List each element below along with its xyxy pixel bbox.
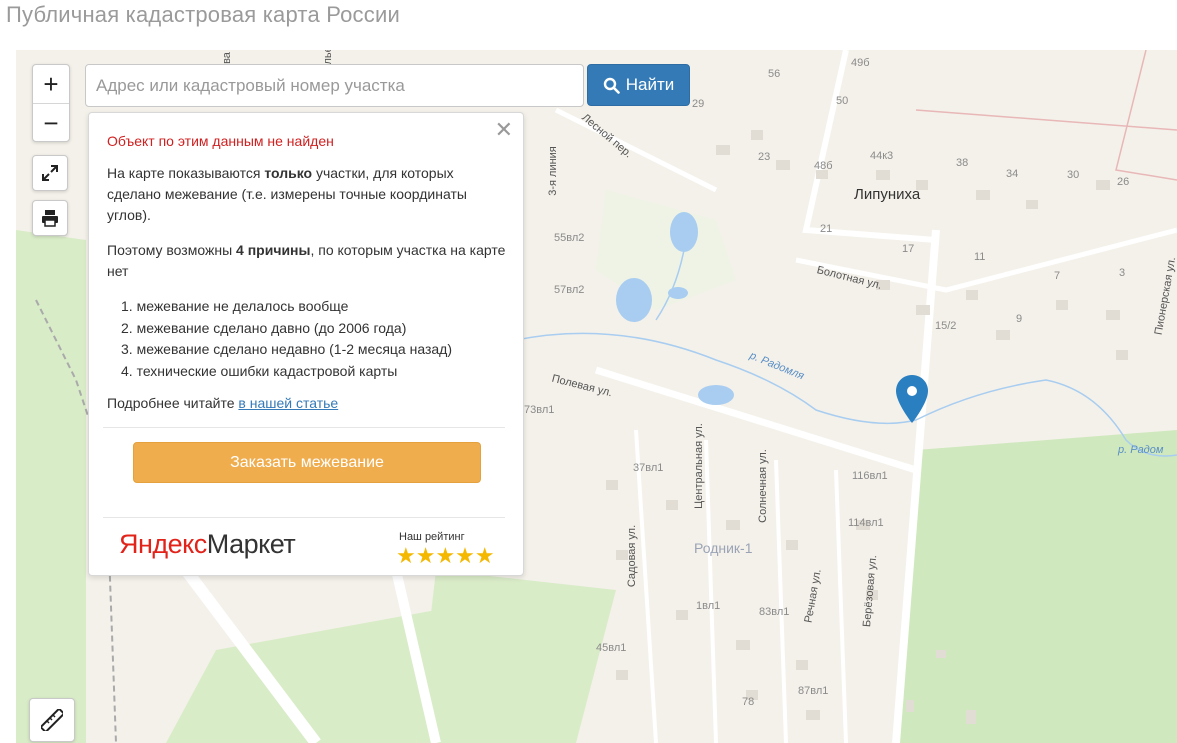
street-label: Центральная ул. (692, 423, 705, 509)
house-number: 83вл1 (759, 606, 790, 618)
house-number: 26 (1117, 176, 1130, 188)
info-paragraph-2: Поэтому возможны 4 причины, по которым у… (107, 242, 506, 279)
error-message: Объект по этим данным не найден (107, 133, 334, 149)
town-label: Липуниха (854, 186, 921, 203)
rating-stars: ★★★★★ (396, 543, 495, 568)
house-number: 15/2 (935, 320, 957, 332)
house-number: 49б (851, 57, 870, 69)
search-icon (603, 77, 620, 94)
house-number: 38 (956, 157, 969, 169)
zoom-control: + − (32, 64, 70, 142)
house-number: 11 (974, 251, 986, 263)
reasons-list: 1. межевание не делалось вообще 2. межев… (121, 296, 452, 382)
more-info: Подробнее читайте в нашей статье (107, 395, 339, 411)
article-link[interactable]: в нашей статье (238, 395, 338, 411)
house-number: 55вл2 (554, 232, 585, 244)
ruler-icon (41, 709, 63, 731)
house-number: 87вл1 (798, 685, 829, 697)
zoom-in-button[interactable]: + (33, 65, 69, 103)
house-number: 116вл1 (852, 470, 888, 482)
search-input[interactable] (85, 64, 584, 107)
list-item: 4. технические ошибки кадастровой карты (121, 362, 398, 379)
river-label: р. Радом (1118, 444, 1164, 456)
print-button[interactable] (32, 200, 68, 236)
printer-icon (42, 210, 58, 227)
ruler-button[interactable] (29, 698, 75, 742)
close-icon[interactable]: ✕ (495, 119, 513, 141)
expand-icon (42, 165, 58, 181)
house-number: 114вл1 (848, 517, 884, 529)
location-pin-icon[interactable] (896, 375, 928, 428)
search-button-label: Найти (625, 75, 675, 94)
street-label: Садовая ул. (626, 524, 639, 588)
house-number: 3 (1119, 267, 1126, 279)
house-number: 73вл1 (524, 404, 555, 416)
rating-label: Наш рейтинг (399, 531, 465, 543)
house-number: 30 (1067, 169, 1080, 181)
house-number: 23 (758, 151, 771, 163)
street-label: 3-я линия (546, 146, 559, 196)
house-number: 9 (1016, 313, 1023, 325)
house-number: 48б (814, 160, 833, 172)
house-number: 7 (1054, 270, 1061, 282)
list-item: 2. межевание сделано давно (до 2006 года… (121, 319, 407, 336)
divider (103, 427, 505, 428)
fullscreen-button[interactable] (32, 155, 68, 191)
house-number: 37вл1 (633, 462, 664, 474)
district-label: Родник-1 (694, 540, 753, 556)
house-number: 50 (836, 95, 849, 107)
house-number: 78 (742, 696, 755, 708)
list-item: 1. межевание не делалось вообще (121, 298, 349, 314)
house-number: 17 (902, 243, 915, 255)
search-button[interactable]: Найти (587, 64, 690, 106)
list-item: 3. межевание сделано недавно (1-2 месяца… (121, 341, 452, 357)
zoom-out-button[interactable]: − (33, 103, 69, 142)
house-number: 29 (692, 98, 705, 110)
not-found-popup: ✕ Объект по этим данным не найден На кар… (88, 112, 524, 576)
house-number: 57вл2 (554, 284, 585, 296)
yandex-market-logo[interactable]: ЯндексМаркет (119, 529, 296, 560)
info-paragraph-1: На карте показываются только участки, дл… (107, 165, 467, 223)
house-number: 44к3 (870, 150, 894, 162)
page-title: Публичная кадастровая карта России (6, 2, 400, 27)
house-number: 45вл1 (596, 642, 627, 654)
order-survey-button[interactable]: Заказать межевание (133, 442, 481, 483)
street-label: Солнечная ул. (756, 449, 769, 523)
divider (103, 517, 505, 518)
house-number: 21 (820, 223, 833, 235)
house-number: 1вл1 (696, 600, 721, 612)
house-number: 56 (768, 68, 781, 80)
house-number: 34 (1006, 168, 1019, 180)
street-label-partial: ва (220, 52, 233, 64)
